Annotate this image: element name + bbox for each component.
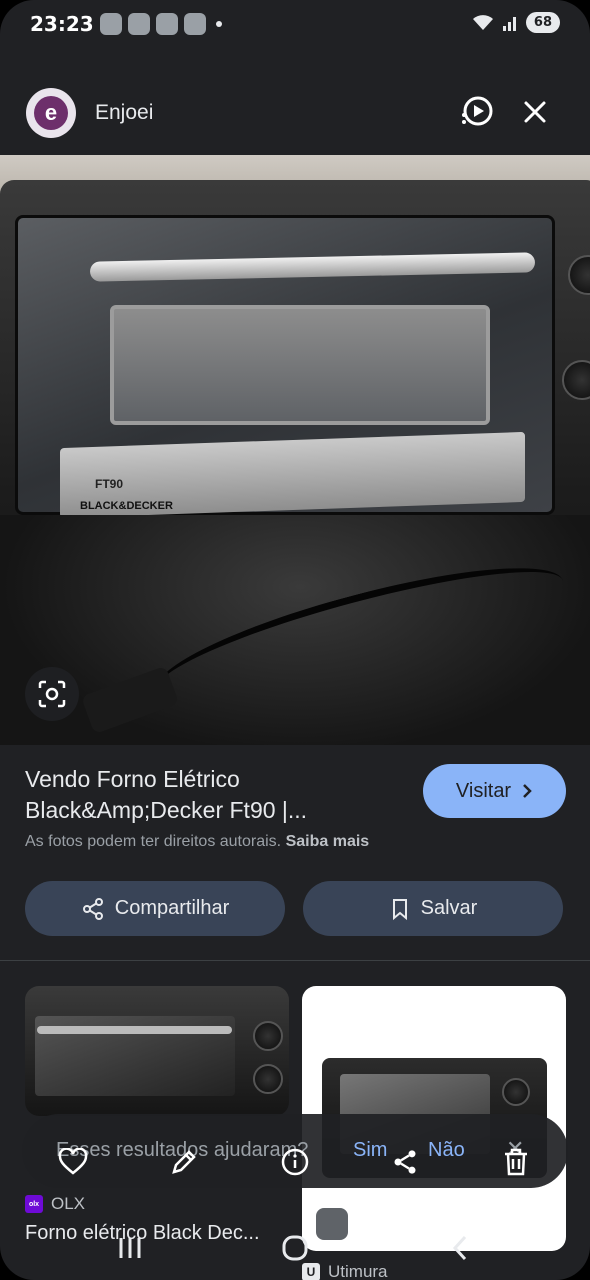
system-status: 68: [472, 12, 560, 33]
share-icon: [82, 897, 103, 920]
copyright-notice: As fotos podem ter direitos autorais. Sa…: [25, 833, 369, 851]
result-image[interactable]: FT90 BLACK&DECKER: [0, 155, 590, 745]
oven-model-label: FT90: [95, 477, 124, 491]
play-circle-icon: [462, 96, 493, 126]
battery-indicator: 68: [525, 12, 560, 33]
notification-app-icon: [156, 13, 178, 35]
chevron-right-icon: [523, 784, 532, 798]
system-nav-bar: [0, 1222, 590, 1266]
info-icon: [281, 1148, 309, 1176]
status-time: 23:23: [30, 12, 94, 36]
notification-app-icon: [184, 13, 206, 35]
home-icon: [282, 1235, 308, 1261]
share-icon: [394, 1150, 416, 1174]
close-icon: [524, 101, 546, 123]
trash-icon: [505, 1148, 527, 1176]
result-title[interactable]: Vendo Forno Elétrico Black&Amp;Decker Ft…: [25, 764, 385, 826]
notification-icons: [100, 13, 222, 35]
feedback-no-button[interactable]: Não: [428, 1139, 465, 1162]
related-oven-knob: [253, 1021, 283, 1051]
heart-icon: [58, 1148, 88, 1175]
related-source: olx OLX: [25, 1194, 85, 1214]
notification-dot-icon: [216, 21, 222, 27]
oven-brand-label: BLACK&DECKER: [80, 500, 173, 512]
section-divider: [0, 960, 590, 961]
visit-button-label: Visitar: [455, 779, 512, 802]
site-name[interactable]: Enjoei: [95, 101, 153, 125]
recents-button[interactable]: [110, 1228, 150, 1268]
related-oven-knob: [253, 1064, 283, 1094]
home-button[interactable]: [275, 1228, 315, 1268]
overlay-share-button[interactable]: [387, 1144, 423, 1180]
edit-button[interactable]: [166, 1144, 202, 1180]
site-favicon[interactable]: e: [26, 88, 76, 138]
related-result-image[interactable]: [25, 986, 289, 1116]
back-button[interactable]: [440, 1228, 480, 1268]
notification-app-icon: [128, 13, 150, 35]
share-button[interactable]: Compartilhar: [25, 881, 285, 936]
save-button[interactable]: Salvar: [303, 881, 563, 936]
feedback-yes-button[interactable]: Sim: [353, 1139, 387, 1162]
learn-more-link[interactable]: Saiba mais: [286, 833, 370, 850]
visit-button[interactable]: Visitar: [423, 764, 566, 818]
screen: 23:23 68 e Enjoei FT90 BLACK&DECKER Vend…: [0, 0, 590, 1280]
recents-icon: [119, 1238, 141, 1258]
copyright-text: As fotos podem ter direitos autorais.: [25, 833, 282, 850]
bookmark-icon: [392, 898, 407, 920]
info-button[interactable]: [277, 1144, 313, 1180]
share-button-label: Compartilhar: [114, 897, 230, 919]
related-oven-knob: [502, 1078, 530, 1106]
delete-button[interactable]: [498, 1144, 534, 1180]
slideshow-button[interactable]: [457, 92, 497, 132]
signal-icon: [502, 16, 516, 31]
pencil-icon: [172, 1150, 196, 1174]
back-icon: [452, 1235, 467, 1261]
wifi-icon: [472, 14, 493, 30]
favorite-button[interactable]: [55, 1144, 91, 1180]
related-oven-handle: [37, 1026, 232, 1034]
olx-logo-icon: olx: [25, 1195, 43, 1213]
app-header: e Enjoei: [0, 88, 590, 142]
status-bar: 23:23 68: [0, 0, 590, 52]
save-button-label: Salvar: [420, 897, 478, 919]
lens-icon: [38, 680, 66, 708]
site-logo-icon: e: [34, 96, 68, 130]
notification-app-icon: [100, 13, 122, 35]
lens-search-button[interactable]: [25, 667, 79, 721]
close-button[interactable]: [515, 92, 555, 132]
oven-tray: [110, 305, 490, 425]
related-source-name: OLX: [51, 1194, 86, 1213]
